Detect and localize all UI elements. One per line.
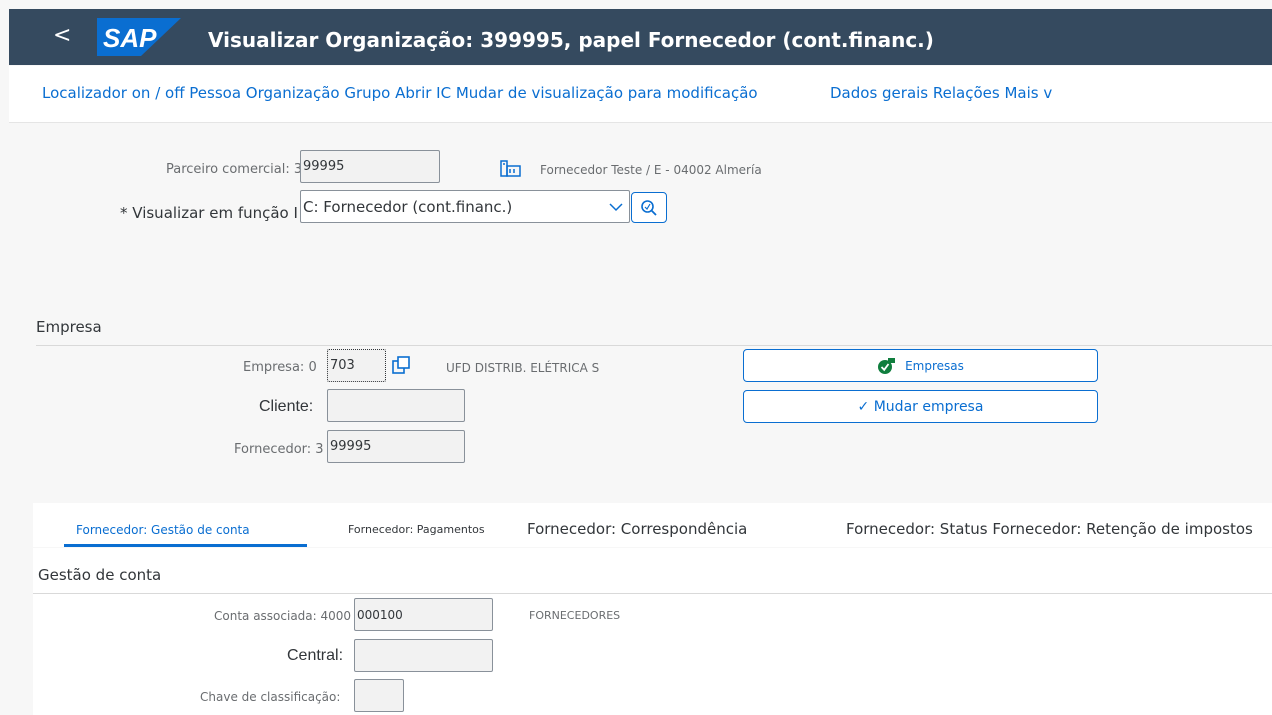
chevron-down-icon[interactable] (609, 202, 623, 212)
conta-description: FORNECEDORES (529, 609, 621, 622)
role-select[interactable]: C: Fornecedor (cont.financ.) (300, 190, 630, 223)
company-label: Empresa: 0 (243, 360, 317, 375)
organization-icon (500, 160, 521, 177)
company-field[interactable]: 703 (327, 349, 386, 382)
shell-bar: < SAP Visualizar Organização: 399995, pa… (9, 9, 1272, 65)
gestao-section-title: Gestão de conta (38, 566, 162, 584)
gestao-divider (33, 593, 1272, 594)
mudar-empresa-button[interactable]: ✓ Mudar empresa (743, 390, 1098, 423)
toolbar-actions-link[interactable]: Localizador on / off Pessoa Organização … (42, 84, 758, 102)
company-check-icon (878, 357, 896, 374)
mudar-empresa-button-label: ✓ Mudar empresa (857, 398, 984, 415)
chave-label: Chave de classificação: (200, 690, 341, 704)
conta-field[interactable]: 000100 (354, 598, 493, 631)
cliente-label: Cliente: (259, 398, 314, 415)
fornecedor-field[interactable]: 99995 (327, 430, 465, 463)
sap-logo-text: SAP (103, 23, 157, 53)
page-title: Visualizar Organização: 399995, papel Fo… (208, 28, 934, 52)
tab-correspondencia[interactable]: Fornecedor: Correspondência (527, 520, 747, 538)
sap-logo: SAP (97, 18, 181, 56)
chave-field[interactable] (354, 679, 404, 712)
role-search-button[interactable] (631, 192, 667, 223)
cliente-field[interactable] (327, 389, 465, 422)
fornecedor-label: Fornecedor: 3 (234, 442, 324, 457)
role-select-value: C: Fornecedor (cont.financ.) (303, 197, 513, 216)
central-label: Central: (287, 647, 344, 664)
company-description: UFD DISTRIB. ELÉTRICA S (446, 361, 600, 375)
tab-selected-indicator (64, 544, 307, 547)
tab-pagamentos[interactable]: Fornecedor: Pagamentos (348, 523, 485, 536)
conta-label: Conta associada: 4000 (214, 609, 352, 623)
partner-field[interactable]: 99995 (300, 150, 440, 183)
partner-label: Parceiro comercial: 3 (166, 162, 303, 177)
central-field[interactable] (354, 639, 493, 672)
toolbar-more-link[interactable]: Dados gerais Relações Mais v (830, 84, 1052, 102)
tab-status-retencao[interactable]: Fornecedor: Status Fornecedor: Retenção … (846, 520, 1253, 538)
main-content: Parceiro comercial: 3 99995 Fornecedor T… (9, 123, 1272, 715)
value-help-icon[interactable] (391, 355, 411, 375)
empresa-section-title: Empresa (36, 318, 102, 336)
role-label: * Visualizar em função I (120, 204, 298, 222)
back-button[interactable]: < (53, 23, 71, 48)
search-icon (641, 199, 657, 216)
partner-description: Fornecedor Teste / E - 04002 Almería (540, 163, 762, 177)
toolbar: Localizador on / off Pessoa Organização … (9, 66, 1272, 123)
tab-gestao-conta[interactable]: Fornecedor: Gestão de conta (76, 523, 250, 537)
empresa-divider (36, 345, 1272, 346)
empresas-button[interactable]: Empresas (743, 349, 1098, 382)
empresas-button-label: Empresas (905, 358, 964, 373)
